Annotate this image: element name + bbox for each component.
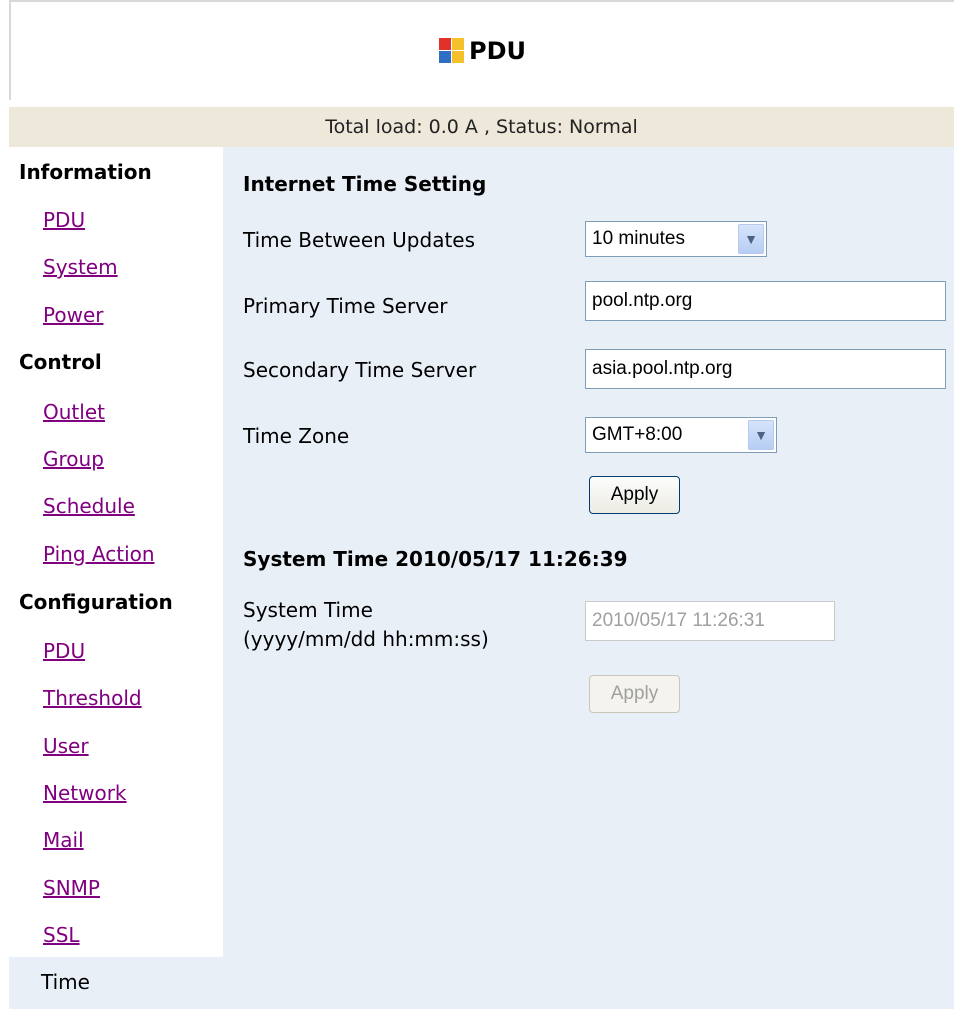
main-content: Internet Time Setting Time Between Updat… (223, 147, 954, 1009)
update-interval-label: Time Between Updates (243, 228, 476, 252)
chevron-down-icon[interactable]: ▼ (738, 224, 764, 254)
apply-button-label: Apply (610, 484, 659, 505)
sidebar-item-outlet[interactable]: Outlet (43, 400, 105, 424)
sidebar-item-config-pdu[interactable]: PDU (43, 639, 85, 663)
sidebar-item-snmp[interactable]: SNMP (43, 876, 100, 900)
page-title: PDU (469, 37, 526, 65)
primary-server-label: Primary Time Server (243, 294, 448, 318)
chevron-down-icon[interactable]: ▼ (748, 420, 774, 450)
system-time-label-line1: System Time (243, 598, 373, 622)
system-time-value: 2010/05/17 11:26:31 (592, 610, 765, 631)
status-text: Total load: 0.0 A , Status: Normal (325, 116, 638, 138)
page-header: PDU (9, 0, 954, 100)
sidebar-heading-configuration: Configuration (19, 590, 173, 614)
time-zone-label: Time Zone (243, 424, 350, 448)
secondary-server-value: asia.pool.ntp.org (592, 358, 733, 379)
sidebar-item-power[interactable]: Power (43, 303, 103, 327)
sidebar-item-threshold[interactable]: Threshold (43, 686, 142, 710)
sidebar-item-network[interactable]: Network (43, 781, 127, 805)
internet-time-title: Internet Time Setting (243, 172, 487, 196)
sidebar-item-schedule[interactable]: Schedule (43, 494, 135, 518)
update-interval-select[interactable]: 10 minutes ▼ (585, 221, 767, 257)
sidebar-item-ssl[interactable]: SSL (43, 923, 80, 947)
secondary-server-label: Secondary Time Server (243, 358, 477, 382)
header-title-group: PDU (439, 37, 526, 65)
sidebar-item-mail[interactable]: Mail (43, 828, 84, 852)
primary-server-input[interactable]: pool.ntp.org (585, 281, 946, 321)
sidebar-heading-control: Control (19, 350, 102, 374)
system-time-label-line2: (yyyy/mm/dd hh:mm:ss) (243, 627, 489, 651)
apply-system-time-button: Apply (589, 675, 680, 713)
sidebar-item-info-pdu[interactable]: PDU (43, 208, 85, 232)
update-interval-value: 10 minutes (592, 228, 685, 249)
apply-internet-time-button[interactable]: Apply (589, 476, 680, 514)
sidebar-item-time-current[interactable]: Time (9, 957, 223, 1009)
sidebar-item-group[interactable]: Group (43, 447, 104, 471)
status-bar: Total load: 0.0 A , Status: Normal (9, 107, 954, 147)
sidebar-item-user[interactable]: User (43, 734, 89, 758)
sidebar-item-system[interactable]: System (43, 255, 118, 279)
pdu-logo-icon (439, 38, 465, 64)
sidebar-item-time-label: Time (41, 970, 90, 994)
secondary-server-input[interactable]: asia.pool.ntp.org (585, 349, 946, 389)
primary-server-value: pool.ntp.org (592, 290, 693, 311)
sidebar: Information PDU System Power Control Out… (9, 147, 223, 1009)
apply-button-label-disabled: Apply (610, 683, 659, 704)
time-zone-value: GMT+8:00 (592, 424, 683, 445)
system-time-input: 2010/05/17 11:26:31 (585, 601, 835, 641)
system-time-title: System Time 2010/05/17 11:26:39 (243, 547, 628, 571)
sidebar-heading-information: Information (19, 160, 152, 184)
time-zone-select[interactable]: GMT+8:00 ▼ (585, 417, 777, 453)
sidebar-item-ping-action[interactable]: Ping Action (43, 542, 155, 566)
